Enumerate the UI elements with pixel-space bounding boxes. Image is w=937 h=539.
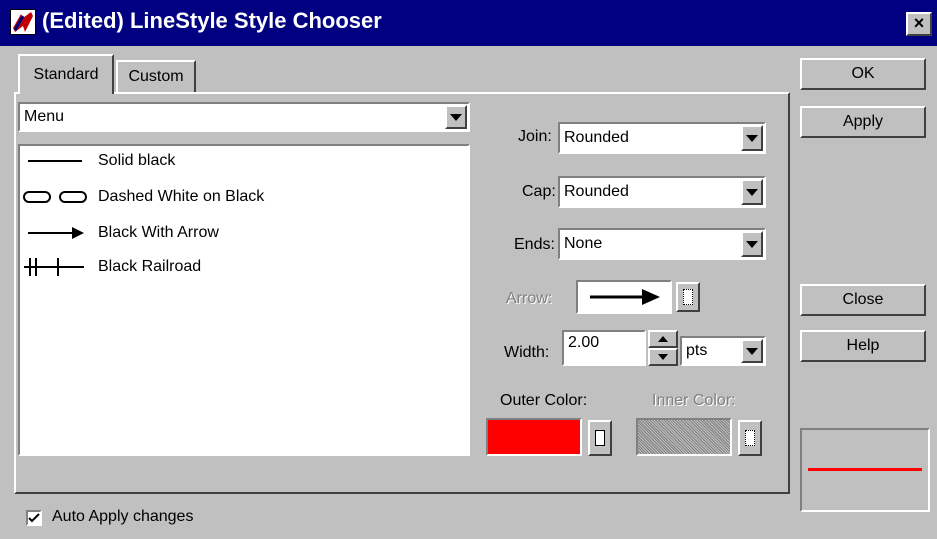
list-item[interactable]: Black With Arrow: [22, 218, 219, 248]
width-input[interactable]: 2.00: [562, 330, 646, 366]
ends-dropdown-button[interactable]: [741, 231, 763, 257]
preview-line: [808, 468, 922, 471]
chevron-down-icon: [450, 113, 462, 121]
unit-select[interactable]: pts: [680, 336, 766, 366]
list-item-label: Solid black: [98, 152, 176, 169]
apply-button[interactable]: Apply: [800, 106, 926, 138]
checkmark-icon: [28, 513, 40, 523]
chevron-down-icon: [746, 188, 758, 196]
chevron-down-icon: [746, 134, 758, 142]
outer-color-swatch[interactable]: [486, 418, 582, 456]
list-item[interactable]: Black Railroad: [22, 252, 201, 282]
ends-select[interactable]: None: [558, 228, 766, 260]
join-select[interactable]: Rounded: [558, 122, 766, 154]
list-item[interactable]: Solid black: [22, 146, 175, 176]
tab-standard[interactable]: Standard: [18, 54, 114, 94]
palette-icon: [595, 430, 605, 446]
cap-select-value: Rounded: [564, 183, 629, 200]
list-item-label: Black Railroad: [98, 258, 202, 275]
line-preview: [800, 428, 930, 512]
arrow-style-box[interactable]: [576, 280, 672, 314]
width-input-value: 2.00: [568, 334, 600, 351]
railroad-line-icon: [24, 258, 84, 276]
auto-apply-label: Auto Apply changes: [52, 508, 194, 525]
inner-color-pattern: [638, 420, 730, 454]
arrow-label: Arrow:: [506, 290, 553, 307]
chevron-down-icon: [658, 354, 668, 360]
solid-line-icon: [28, 160, 82, 162]
width-increment-button[interactable]: [648, 330, 678, 348]
inner-color-swatch: [636, 418, 732, 456]
unit-select-value: pts: [686, 342, 708, 359]
chevron-up-icon: [658, 336, 668, 342]
window-title: (Edited) LineStyle Style Chooser: [42, 8, 382, 33]
ends-select-value: None: [564, 235, 603, 252]
tab-custom[interactable]: Custom: [116, 60, 196, 92]
menu-select[interactable]: Menu: [18, 102, 470, 132]
arrow-line-icon: [28, 227, 84, 239]
cap-dropdown-button[interactable]: [741, 179, 763, 205]
unit-dropdown-button[interactable]: [741, 339, 763, 363]
close-window-button[interactable]: ×: [906, 12, 932, 36]
help-button[interactable]: Help: [800, 330, 926, 362]
outer-color-picker-button[interactable]: [588, 420, 612, 456]
chevron-down-icon: [746, 240, 758, 248]
join-label: Join:: [518, 128, 552, 145]
list-item-label: Dashed White on Black: [98, 188, 265, 205]
ok-button[interactable]: OK: [800, 58, 926, 90]
palette-icon: [683, 289, 693, 305]
cap-label: Cap:: [522, 183, 556, 200]
styles-list[interactable]: Solid black Dashed White on Black Black …: [18, 144, 470, 456]
cap-select[interactable]: Rounded: [558, 176, 766, 208]
menu-dropdown-button[interactable]: [445, 105, 467, 129]
width-label: Width:: [504, 344, 550, 361]
inner-color-picker-button: [738, 420, 762, 456]
list-item-label: Black With Arrow: [98, 224, 219, 241]
app-icon: [10, 9, 36, 35]
inner-color-label: Inner Color:: [652, 392, 736, 409]
join-dropdown-button[interactable]: [741, 125, 763, 151]
auto-apply-checkbox[interactable]: [26, 510, 42, 526]
palette-icon: [745, 430, 755, 446]
width-decrement-button[interactable]: [648, 348, 678, 366]
close-button[interactable]: Close: [800, 284, 926, 316]
ends-label: Ends:: [514, 236, 555, 253]
outer-color-fill: [488, 420, 580, 454]
join-select-value: Rounded: [564, 129, 629, 146]
arrow-preview-icon: [590, 289, 660, 305]
arrow-picker-button[interactable]: [676, 282, 700, 312]
chevron-down-icon: [746, 347, 758, 355]
title-bar[interactable]: (Edited) LineStyle Style Chooser ×: [0, 0, 937, 46]
menu-select-value: Menu: [24, 108, 65, 125]
list-item[interactable]: Dashed White on Black: [22, 182, 264, 212]
outer-color-label: Outer Color:: [500, 392, 588, 409]
dashed-line-icon: [23, 191, 87, 203]
